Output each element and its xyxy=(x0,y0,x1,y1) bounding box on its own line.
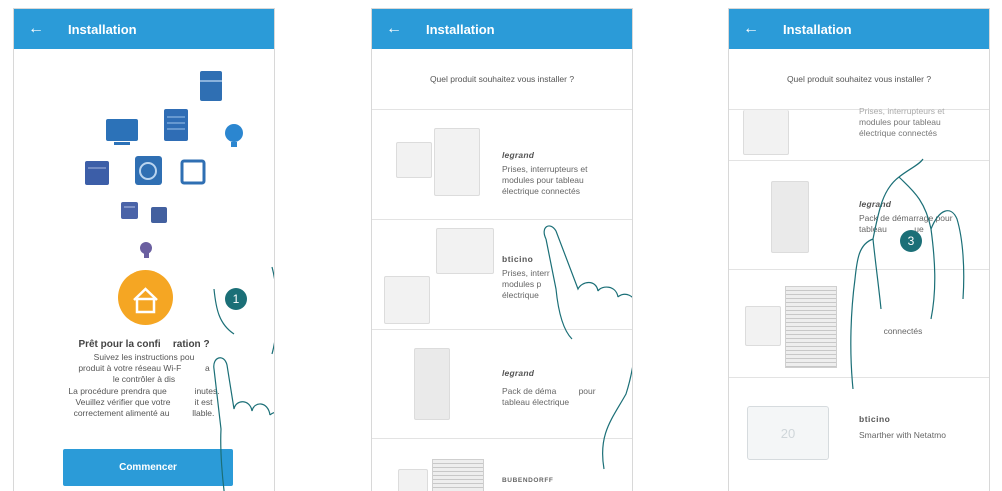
app-bar-title: Installation xyxy=(783,21,852,37)
outlet-image xyxy=(396,142,432,178)
app-bar-title: Installation xyxy=(68,21,137,37)
product-prompt: Quel produit souhaitez vous installer ? xyxy=(729,49,989,110)
back-arrow-icon[interactable]: ← xyxy=(743,21,759,37)
step-badge-3: 3 xyxy=(900,230,922,252)
product-description: Prises, interrupteurs et modules pour ta… xyxy=(502,164,588,196)
module-image xyxy=(414,348,450,420)
product-description: Prises, interrupteurs et modules pour ta… xyxy=(859,106,945,138)
phone-screen-start: ← Installation Prêt pour la configuratio… xyxy=(13,8,275,491)
pointing-hand-icon xyxy=(543,225,632,470)
product-item-legrand-outlets[interactable]: legrand Prises, interrupteurs et modules… xyxy=(372,116,632,220)
switch-image xyxy=(434,128,480,196)
plug-icon xyxy=(140,242,152,258)
brand-label: bticino xyxy=(859,414,891,424)
brand-label: bticino xyxy=(502,254,534,264)
shutter-image xyxy=(785,286,837,368)
pointing-hand-icon xyxy=(213,266,274,491)
app-bar-title: Installation xyxy=(426,21,495,37)
appliance-illustration xyxy=(85,71,243,258)
app-bar: ← Installation xyxy=(729,9,989,49)
monitor-icon xyxy=(121,202,138,219)
oven-icon xyxy=(85,161,109,185)
brand-label: legrand xyxy=(502,150,535,160)
pointing-hand-icon xyxy=(850,158,965,390)
switch-image xyxy=(436,228,494,274)
thermostat-display: 20 xyxy=(780,425,796,441)
bulb-icon xyxy=(225,124,243,147)
shutter-image xyxy=(432,459,484,491)
tv-icon xyxy=(106,119,138,145)
module-image xyxy=(771,181,809,253)
dishwasher-icon xyxy=(164,109,188,141)
product-description: Smarther with Netatmo xyxy=(859,430,946,440)
back-arrow-icon[interactable]: ← xyxy=(28,21,44,37)
washing-machine-icon xyxy=(135,156,162,185)
back-arrow-icon[interactable]: ← xyxy=(386,21,402,37)
phone-screen-product-list-scrolled: ← Installation Quel produit souhaitez vo… xyxy=(728,8,990,491)
box-icon xyxy=(151,207,167,223)
switch-image xyxy=(384,276,430,324)
sensor-image xyxy=(398,469,428,491)
thermostat-image: 20 xyxy=(747,406,829,460)
product-prompt: Quel produit souhaitez vous installer ? xyxy=(372,49,632,110)
step-badge-1: 1 xyxy=(225,288,247,310)
switch-image xyxy=(743,110,789,155)
phone-screen-product-list: ← Installation Quel produit souhaitez vo… xyxy=(371,8,633,491)
sensor-image xyxy=(745,306,781,346)
app-bar: ← Installation xyxy=(372,9,632,49)
fridge-icon xyxy=(200,71,222,101)
microwave-icon xyxy=(180,159,206,185)
app-bar: ← Installation xyxy=(14,9,274,49)
brand-label: legrand xyxy=(502,368,535,378)
